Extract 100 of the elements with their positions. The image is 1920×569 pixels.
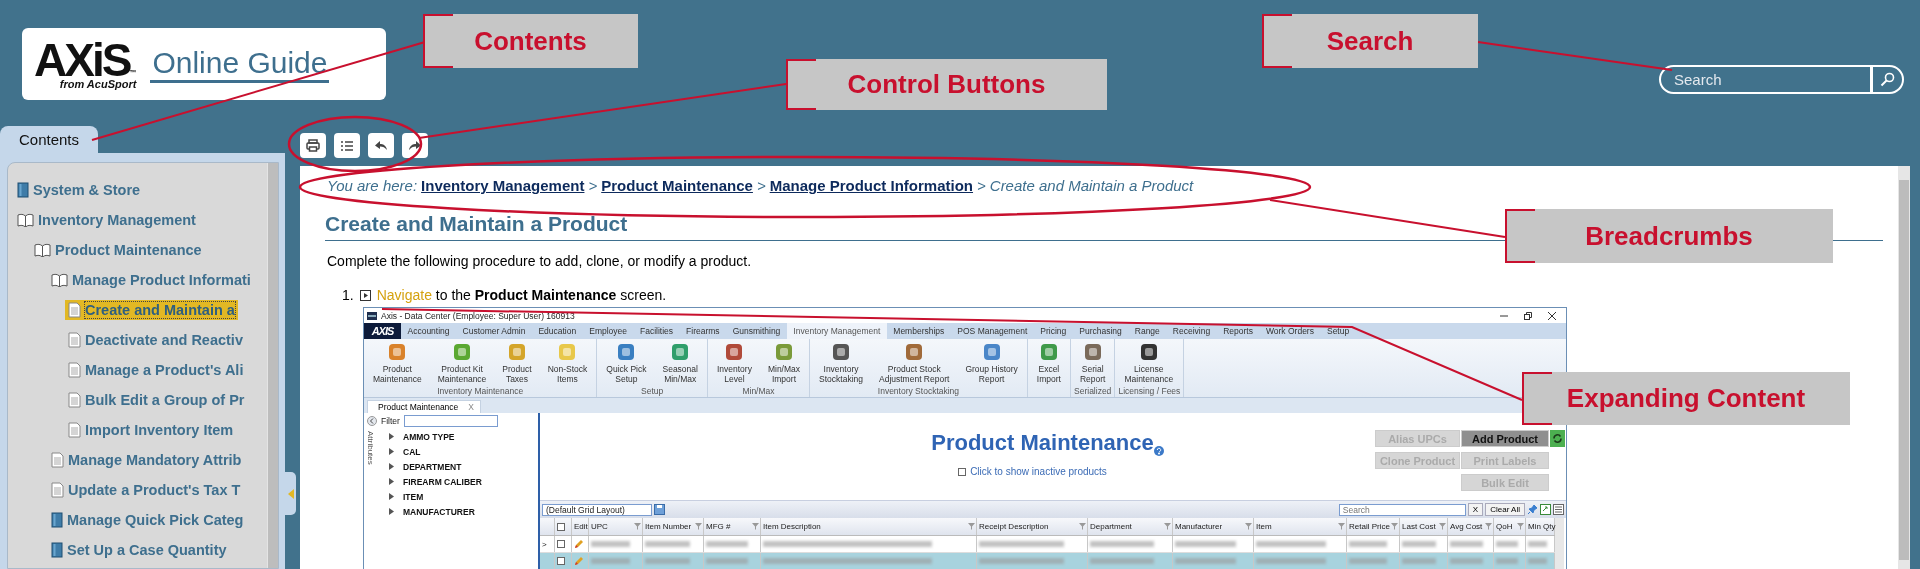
attribute-item[interactable]: DEPARTMENT — [389, 459, 482, 474]
menu-tab[interactable]: Accounting — [401, 323, 457, 339]
pencil-icon[interactable] — [574, 539, 583, 549]
funnel-icon[interactable] — [1245, 523, 1252, 530]
refresh-button[interactable] — [1550, 430, 1565, 447]
scrollbar[interactable] — [1555, 518, 1564, 569]
ribbon-button[interactable]: Min/Max Import — [761, 339, 807, 386]
ribbon-button[interactable]: Non-Stock Items — [541, 339, 594, 386]
row-checkbox[interactable] — [557, 557, 565, 565]
filter-field[interactable] — [403, 415, 498, 427]
menu-tab[interactable]: Employee — [582, 323, 634, 339]
attribute-item[interactable]: ITEM — [389, 489, 482, 504]
tree-item[interactable]: Bulk Edit a Group of Pr — [65, 390, 248, 410]
menu-tab[interactable]: Work Orders — [1259, 323, 1321, 339]
clear-all-button[interactable]: Clear All — [1485, 503, 1525, 516]
breadcrumb-link[interactable]: Manage Product Information — [769, 176, 974, 196]
tree-item[interactable]: Inventory Management — [14, 210, 199, 230]
action-button[interactable]: Add Product — [1461, 430, 1549, 447]
menu-tab[interactable]: Customer Admin — [456, 323, 532, 339]
column-header[interactable]: MFG # — [704, 518, 761, 535]
row-checkbox[interactable] — [557, 540, 565, 548]
tree-item[interactable]: Deactivate and Reactiv — [65, 330, 246, 350]
tree-item[interactable]: Manage Product Informati — [48, 270, 254, 290]
column-header[interactable]: Avg Cost — [1448, 518, 1494, 535]
column-header[interactable]: Item — [1254, 518, 1347, 535]
restore-icon[interactable] — [1524, 311, 1532, 320]
tree-item[interactable]: Update a Product's Tax T — [48, 480, 244, 500]
scrollbar[interactable] — [267, 163, 278, 568]
funnel-icon[interactable] — [752, 523, 759, 530]
tree-item[interactable]: Manage a Product's Ali — [65, 360, 247, 380]
column-header[interactable]: Department — [1088, 518, 1173, 535]
breadcrumb-link[interactable]: Product Maintenance — [601, 176, 753, 196]
menu-tab[interactable]: Firearms — [679, 323, 727, 339]
ribbon-button[interactable]: Product Taxes — [496, 339, 538, 386]
menu-tab[interactable]: Range — [1128, 323, 1167, 339]
attribute-item[interactable]: CAL — [389, 444, 482, 459]
scrollbar[interactable] — [1898, 166, 1910, 569]
menu-tab[interactable]: POS Management — [950, 323, 1034, 339]
ribbon-button[interactable]: Group History Report — [959, 339, 1024, 386]
funnel-icon[interactable] — [1439, 523, 1446, 530]
help-icon[interactable] — [1153, 446, 1164, 456]
search-field[interactable]: Search — [1661, 67, 1870, 92]
funnel-icon[interactable] — [1391, 523, 1398, 530]
menu-tab[interactable]: Memberships — [886, 323, 951, 339]
ribbon-button[interactable]: Product Stock Adjustment Report — [873, 339, 956, 386]
tree-item[interactable]: System & Store — [14, 180, 144, 200]
menu-tab[interactable]: Reports — [1216, 323, 1260, 339]
funnel-icon[interactable] — [1338, 523, 1345, 530]
tree-item[interactable]: Set Up a Case Quantity — [48, 540, 230, 560]
print-button[interactable] — [300, 133, 326, 158]
tree-item[interactable]: Import Inventory Item — [65, 420, 237, 440]
list-button[interactable] — [334, 133, 360, 158]
column-header[interactable]: QoH — [1494, 518, 1526, 535]
ribbon-button[interactable]: Quick Pick Setup — [600, 339, 653, 386]
column-header[interactable]: Edit — [572, 518, 589, 535]
columns-icon[interactable] — [1553, 504, 1564, 515]
ribbon-button[interactable]: License Maintenance — [1118, 339, 1180, 386]
menu-tab[interactable]: Purchasing — [1072, 323, 1129, 339]
clear-search-button[interactable]: X — [1467, 503, 1484, 516]
ribbon-button[interactable]: Product Kit Maintenance — [431, 339, 493, 386]
document-tab[interactable]: Product Maintenance X — [367, 400, 481, 413]
select-all-checkbox[interactable] — [557, 522, 565, 531]
tree-item[interactable]: Product Maintenance — [31, 240, 205, 260]
column-header[interactable]: Receipt Description — [977, 518, 1088, 535]
column-header[interactable]: Item Description — [761, 518, 977, 535]
ribbon-button[interactable]: Inventory Level — [710, 339, 758, 386]
search-bar[interactable]: Search — [1659, 65, 1904, 94]
menu-tab[interactable]: Facilities — [633, 323, 680, 339]
tree-item[interactable]: Manage Quick Pick Categ — [48, 510, 247, 530]
funnel-icon[interactable] — [695, 523, 702, 530]
save-icon[interactable] — [654, 504, 665, 515]
funnel-icon[interactable] — [1517, 523, 1524, 530]
funnel-icon[interactable] — [1164, 523, 1171, 530]
menu-tab[interactable]: Pricing — [1033, 323, 1073, 339]
funnel-icon[interactable] — [634, 523, 641, 530]
menu-tab[interactable]: Education — [531, 323, 583, 339]
attribute-item[interactable]: AMMO TYPE — [389, 429, 482, 444]
menu-tab[interactable]: Receiving — [1166, 323, 1217, 339]
attribute-item[interactable]: FIREARM CALIBER — [389, 474, 482, 489]
menu-tab[interactable]: Setup — [1320, 323, 1356, 339]
export-icon[interactable] — [1540, 504, 1551, 515]
funnel-icon[interactable] — [1485, 523, 1492, 530]
menu-tab[interactable]: Gunsmithing — [726, 323, 787, 339]
pencil-icon[interactable] — [574, 556, 583, 566]
column-header[interactable]: Manufacturer — [1173, 518, 1254, 535]
funnel-icon[interactable] — [968, 523, 975, 530]
grid-search-field[interactable]: Search — [1338, 503, 1466, 516]
ribbon-button[interactable]: Product Maintenance — [367, 339, 428, 386]
back-button[interactable] — [368, 133, 394, 158]
ribbon-button[interactable]: Serial Report — [1073, 339, 1112, 386]
column-header[interactable]: Last Cost — [1400, 518, 1448, 535]
ribbon-button[interactable]: Inventory Stocktaking — [813, 339, 869, 386]
close-icon[interactable] — [1548, 311, 1556, 320]
menu-tab[interactable]: Inventory Management — [786, 323, 887, 339]
collapse-handle[interactable] — [285, 472, 296, 515]
contents-tab[interactable]: Contents — [0, 126, 98, 153]
pin-icon[interactable] — [1527, 504, 1538, 515]
tree-item[interactable]: Manage Mandatory Attrib — [48, 450, 245, 470]
ribbon-button[interactable]: Excel Import — [1030, 339, 1067, 386]
column-header[interactable]: Retail Price — [1347, 518, 1400, 535]
